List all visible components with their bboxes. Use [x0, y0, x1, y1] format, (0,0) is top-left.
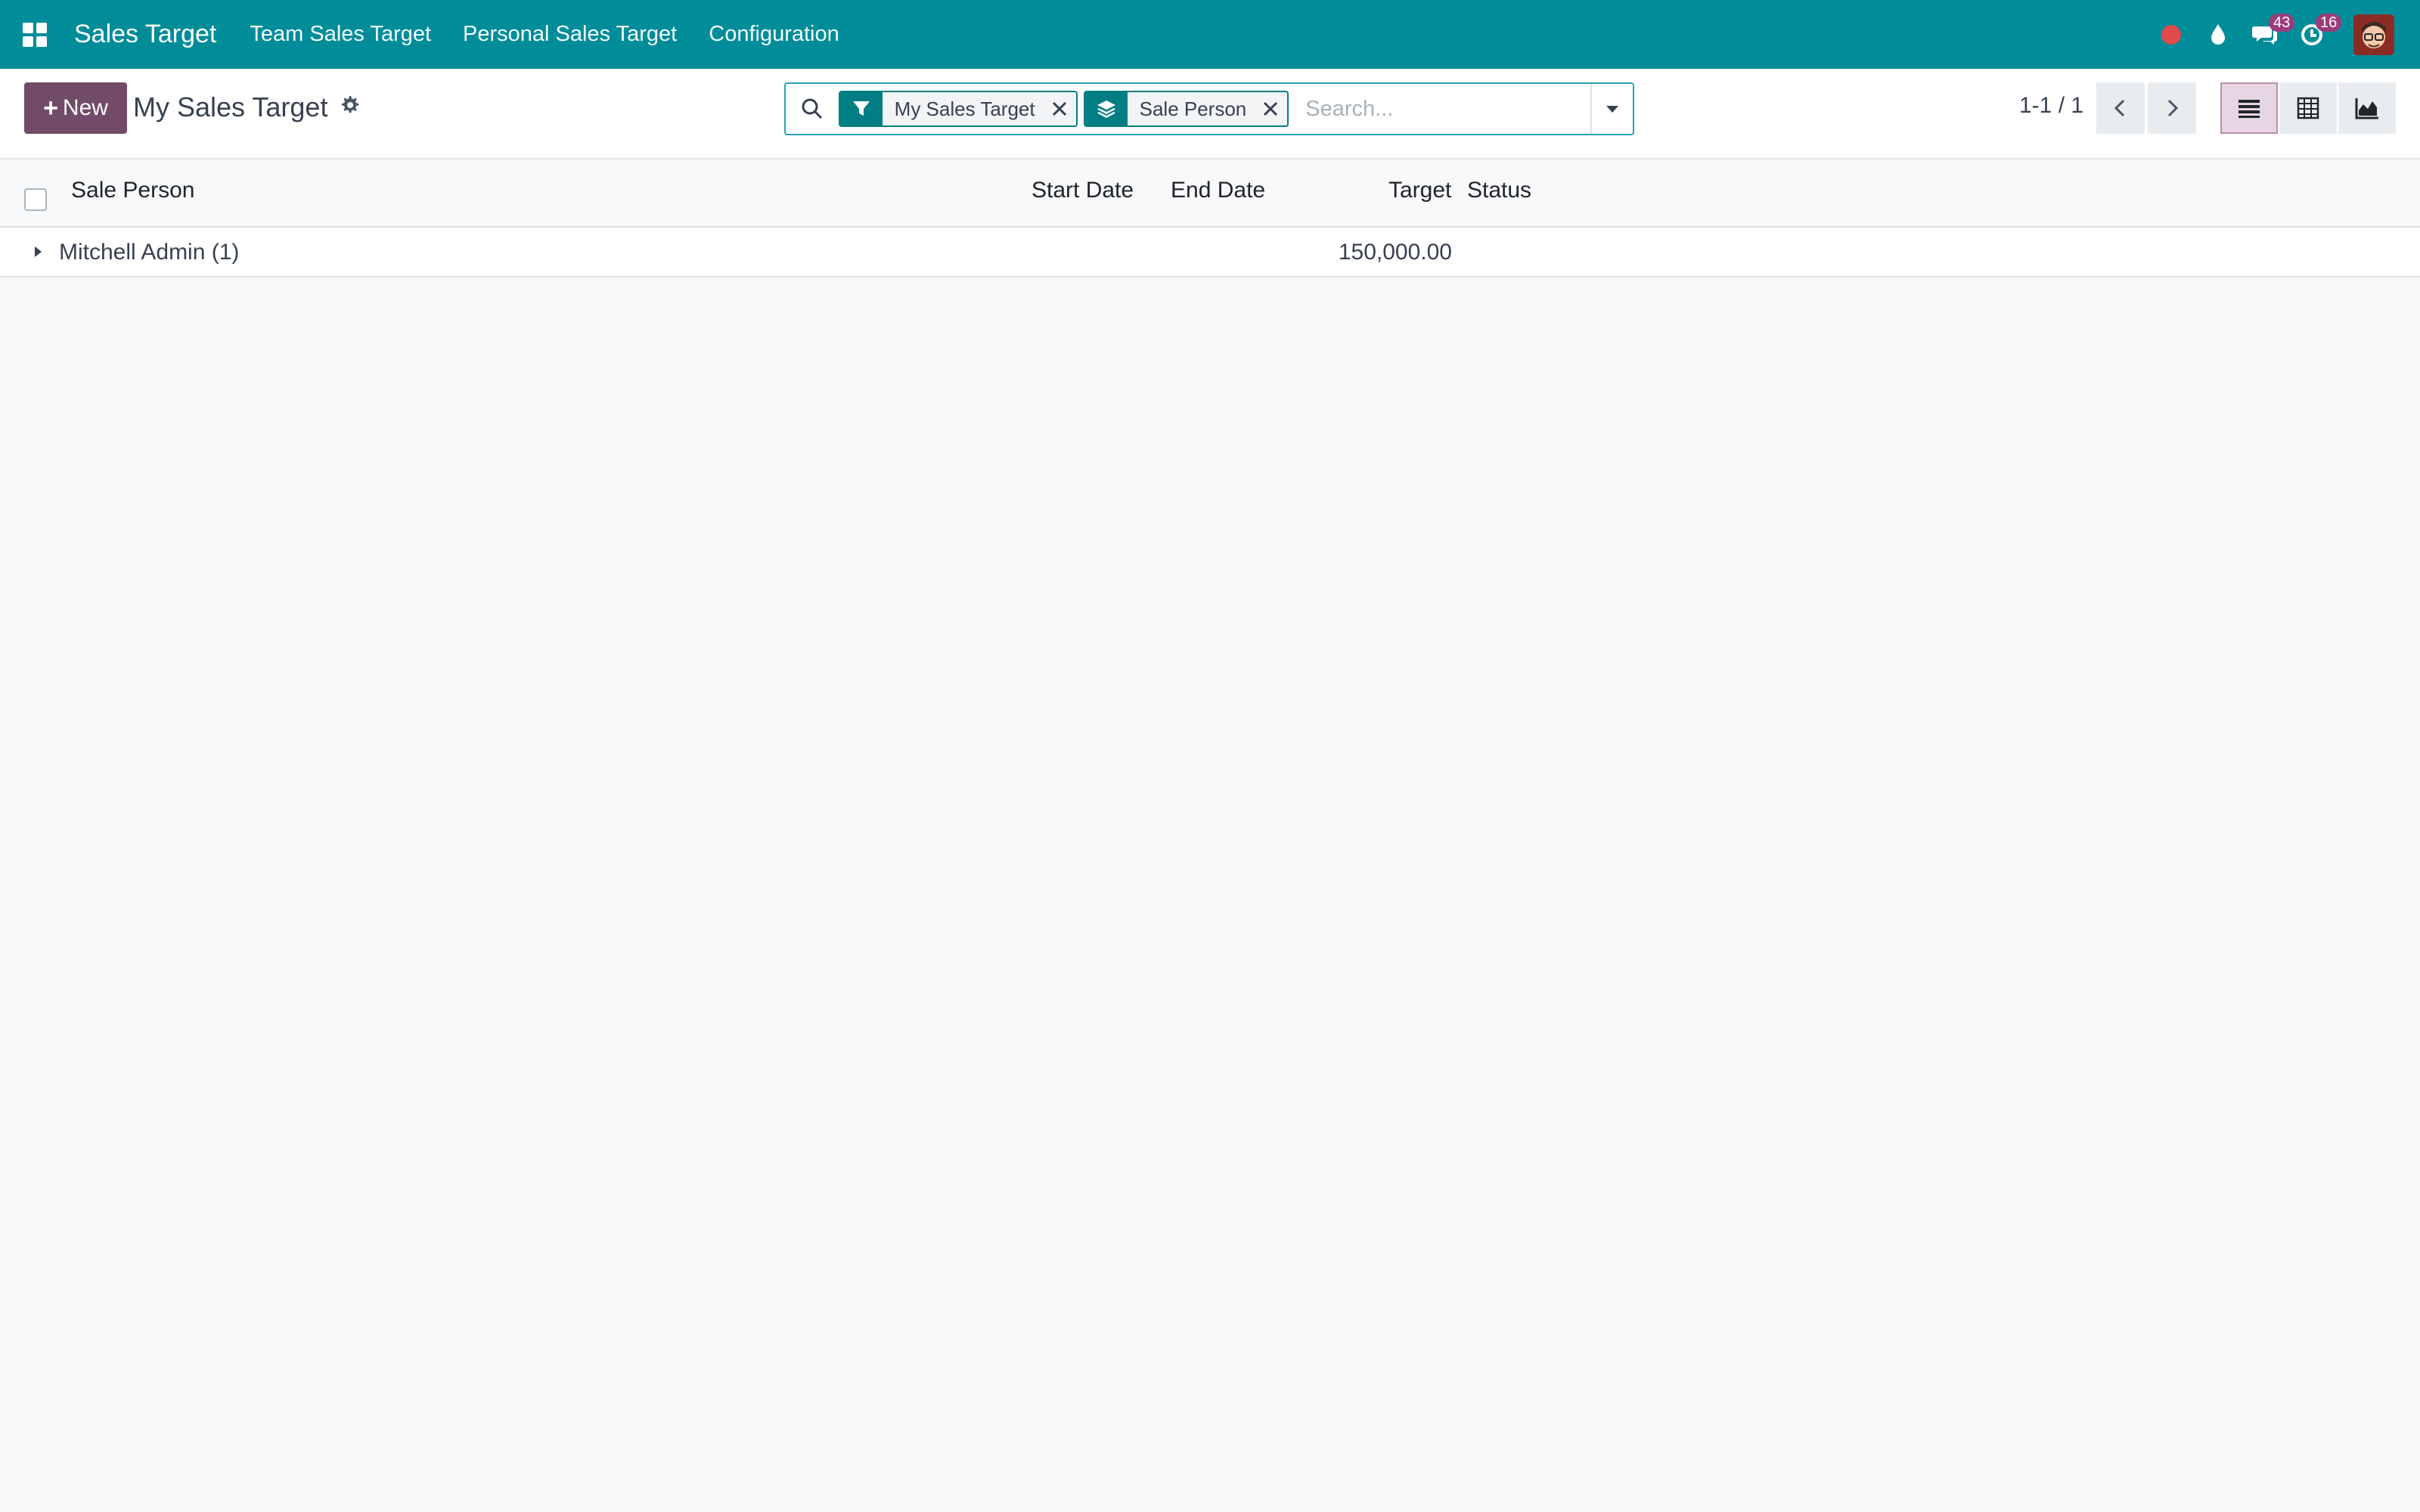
graph-view-button[interactable]	[2338, 82, 2396, 134]
chevron-left-icon	[2114, 99, 2125, 117]
list-view-button[interactable]	[2220, 82, 2278, 134]
select-all-checkbox[interactable]	[24, 188, 47, 211]
plus-icon: +	[43, 93, 58, 122]
gear-icon[interactable]	[337, 93, 361, 117]
area-chart-icon	[2355, 98, 2378, 119]
messages-icon[interactable]: 43	[2242, 0, 2295, 69]
search-options-dropdown[interactable]	[1590, 84, 1633, 134]
search-icon	[786, 84, 839, 134]
column-end-date[interactable]: End Date	[1171, 178, 1265, 203]
systray: 43 16	[2148, 0, 2420, 69]
column-start-date[interactable]: Start Date	[1032, 178, 1134, 203]
group-name: Mitchell Admin (1)	[59, 240, 240, 265]
search-input[interactable]	[1295, 86, 1591, 132]
caret-right-icon	[35, 246, 42, 257]
new-button[interactable]: + New	[24, 82, 127, 134]
top-navbar: Sales Target Team Sales Target Personal …	[0, 0, 2420, 69]
menu-team-sales-target[interactable]: Team Sales Target	[250, 22, 431, 47]
app-name[interactable]: Sales Target	[74, 20, 216, 49]
group-row[interactable]: Mitchell Admin (1) 150,000.00	[0, 228, 2420, 277]
user-avatar[interactable]	[2353, 14, 2394, 55]
chevron-right-icon	[2167, 99, 2179, 117]
groupby-facet-label: Sale Person	[1139, 97, 1247, 120]
remove-groupby-facet-icon[interactable]	[1257, 91, 1284, 126]
groupby-facet[interactable]: Sale Person	[1083, 91, 1289, 127]
filter-facet-label: My Sales Target	[894, 97, 1035, 120]
filter-icon	[839, 91, 883, 126]
pager-next-button[interactable]	[2148, 82, 2196, 134]
filter-facet[interactable]: My Sales Target	[838, 91, 1078, 127]
table-grid-icon	[2297, 97, 2319, 119]
activities-badge: 16	[2316, 14, 2342, 32]
list-header: Sale Person Start Date End Date Target S…	[0, 160, 2420, 228]
menu-configuration[interactable]: Configuration	[709, 22, 839, 47]
apps-menu-icon[interactable]	[0, 0, 70, 69]
grid-icon	[23, 22, 47, 47]
layers-icon	[1084, 91, 1128, 126]
search-bar[interactable]: My Sales Target Sale Person	[784, 82, 1634, 135]
new-button-label: New	[62, 95, 108, 120]
list-icon	[2238, 100, 2260, 118]
column-sale-person[interactable]: Sale Person	[71, 178, 194, 203]
list-view: Sale Person Start Date End Date Target S…	[0, 160, 2420, 277]
caret-down-icon	[1606, 106, 1619, 113]
group-target-total: 150,000.00	[1338, 240, 1452, 265]
menu-personal-sales-target[interactable]: Personal Sales Target	[463, 22, 677, 47]
pager-previous-button[interactable]	[2096, 82, 2145, 134]
activities-clock-icon[interactable]: 16	[2288, 0, 2342, 69]
droplet-icon[interactable]	[2195, 0, 2242, 69]
page-title[interactable]: My Sales Target	[133, 91, 327, 123]
column-target[interactable]: Target	[1388, 178, 1451, 203]
pivot-view-button[interactable]	[2279, 82, 2337, 134]
control-panel: + New My Sales Target My Sales Target Sa…	[0, 69, 2420, 160]
column-status[interactable]: Status	[1467, 178, 1531, 203]
recording-icon[interactable]	[2148, 0, 2195, 69]
remove-filter-facet-icon[interactable]	[1046, 91, 1073, 126]
pager-value[interactable]: 1-1 / 1	[2019, 93, 2083, 119]
